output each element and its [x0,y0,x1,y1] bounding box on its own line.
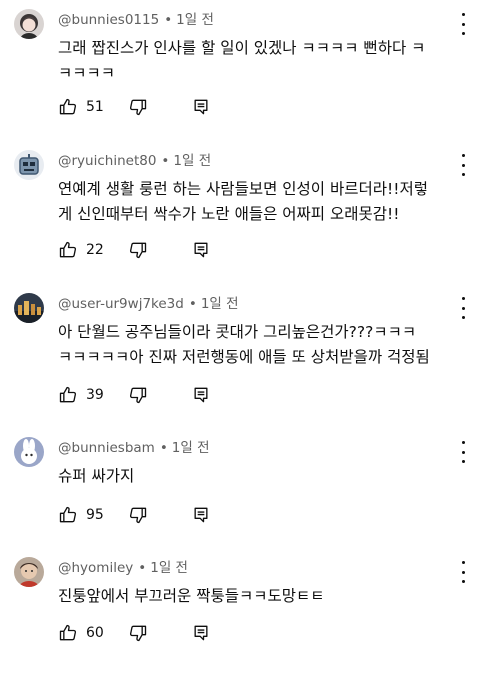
comment-author[interactable]: @bunniesbam [58,440,155,456]
comment-text: 그래 짭진스가 인사를 할 일이 있겠나 ㅋㅋㅋㅋ 뻔하다 ㅋ ㅋㅋㅋㅋ [58,39,426,82]
reply-icon [194,387,208,403]
comment-item: @bunnies0115 • 1일 전 그래 짭진스가 인사를 할 일이 있겠나 ㅋ… [0,9,480,149]
thumbs-down-icon [129,625,147,642]
thumbs-down-icon [129,99,147,116]
meta-separator: • [161,153,170,169]
comment-text: 진퉁앞에서 부끄러운 짝퉁들ㅋㅋ도망ㅌㅌ [58,587,325,605]
comment-item: @ryuichinet80 • 1일 전 연예계 생활 룽런 하는 사람들보면 인성… [0,150,480,290]
comment-item: @hyomiley • 1일 전 진퉁앞에서 부끄러운 짝퉁들ㅋㅋ도망ㅌㅌ 60 [0,557,480,697]
thumbs-up-icon [59,241,77,258]
comment-author[interactable]: @ryuichinet80 [58,153,156,169]
reply-button[interactable] [191,504,211,526]
like-count: 51 [86,99,104,115]
more-vert-icon[interactable] [456,441,470,463]
comment-meta: @bunnies0115 • 1일 전 [58,9,214,31]
thumbs-up-icon [59,624,77,641]
like-button[interactable]: 60 [58,622,104,644]
comment-time[interactable]: 1일 전 [176,12,214,28]
comment-time[interactable]: 1일 전 [201,296,239,312]
reply-icon [194,242,208,258]
comment-text: 연예계 생활 룽런 하는 사람들보면 인성이 바르더라!!저렇 게 신인때부터 … [58,180,428,223]
avatar-city-icon[interactable] [14,293,44,323]
meta-separator: • [188,296,197,312]
thumbs-up-icon [59,98,77,115]
comment-meta: @bunniesbam • 1일 전 [58,437,210,459]
comment-item: @user-ur9wj7ke3d • 1일 전 아 단월드 공주님들이라 콧대가 그… [0,293,480,433]
more-vert-icon[interactable] [456,13,470,35]
reply-button[interactable] [191,384,211,406]
comment-time[interactable]: 1일 전 [172,440,210,456]
avatar-anime-girl-icon[interactable] [14,9,44,39]
more-vert-icon[interactable] [456,297,470,319]
like-count: 95 [86,507,104,523]
dislike-button[interactable] [128,384,148,406]
comment-time[interactable]: 1일 전 [173,153,211,169]
dislike-button[interactable] [128,504,148,526]
dislike-button[interactable] [128,239,148,261]
reply-button[interactable] [191,96,211,118]
reply-button[interactable] [191,239,211,261]
comment-text: 아 단월드 공주님들이라 콧대가 그리높은건가???ㅋㅋㅋ ㅋㅋㅋㅋㅋ아 진짜 … [58,323,430,366]
avatar-photo-icon[interactable] [14,557,44,587]
like-button[interactable]: 39 [58,384,104,406]
like-button[interactable]: 51 [58,96,104,118]
meta-separator: • [159,440,168,456]
like-count: 60 [86,625,104,641]
thumbs-up-icon [59,386,77,403]
meta-separator: • [138,560,147,576]
comment-author[interactable]: @hyomiley [58,560,133,576]
like-count: 39 [86,387,104,403]
like-button[interactable]: 95 [58,504,104,526]
thumbs-down-icon [129,242,147,259]
like-button[interactable]: 22 [58,239,104,261]
comment-meta: @hyomiley • 1일 전 [58,557,188,579]
comment-time[interactable]: 1일 전 [150,560,188,576]
avatar-robot-icon[interactable] [14,150,44,180]
avatar-bunny-icon[interactable] [14,437,44,467]
dislike-button[interactable] [128,622,148,644]
more-vert-icon[interactable] [456,561,470,583]
dislike-button[interactable] [128,96,148,118]
thumbs-down-icon [129,387,147,404]
like-count: 22 [86,242,104,258]
thumbs-up-icon [59,506,77,523]
reply-icon [194,99,208,115]
reply-icon [194,625,208,641]
comment-item: @bunniesbam • 1일 전 슈퍼 싸가지 95 [0,437,480,577]
reply-icon [194,507,208,523]
comment-author[interactable]: @user-ur9wj7ke3d [58,296,184,312]
comment-meta: @user-ur9wj7ke3d • 1일 전 [58,293,239,315]
thumbs-down-icon [129,507,147,524]
reply-button[interactable] [191,622,211,644]
more-vert-icon[interactable] [456,154,470,176]
meta-separator: • [164,12,173,28]
comment-author[interactable]: @bunnies0115 [58,12,159,28]
comment-text: 슈퍼 싸가지 [58,467,135,485]
comment-meta: @ryuichinet80 • 1일 전 [58,150,211,172]
